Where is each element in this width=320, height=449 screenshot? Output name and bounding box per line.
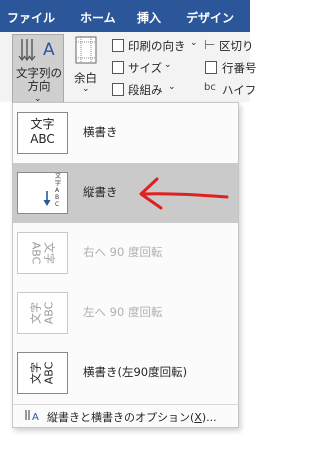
svg-text:A: A xyxy=(32,412,39,423)
svg-text:A: A xyxy=(55,187,60,194)
ribbon-layout-group: A 文字列の 方向 ⌄ 余白 ⌄ 印刷の向き ⌄ サイズ ⌄ 段組み ⌄ ⊢ 区… xyxy=(0,32,257,104)
horizontal-rotated-text-icon: 文字 ABC xyxy=(17,352,68,394)
hyphenation-button[interactable]: ハイフ xyxy=(222,82,256,98)
text-direction-button[interactable]: A 文字列の 方向 ⌄ xyxy=(12,34,64,104)
menu-item-horizontal-rotated[interactable]: 文字 ABC 横書き(左90度回転) xyxy=(13,343,238,403)
ribbon-tab-bar: ファイル ホーム 挿入 デザイン xyxy=(0,0,250,32)
orientation-icon xyxy=(112,39,124,52)
icon-text-kanji: 文字 xyxy=(30,117,55,131)
chevron-down-icon: ⌄ xyxy=(82,84,90,94)
menu-item-vertical[interactable]: 文 字 A B C 縦書き xyxy=(13,163,238,223)
columns-icon xyxy=(112,83,124,96)
line-numbers-button[interactable]: 行番号 xyxy=(222,60,257,76)
tab-home[interactable]: ホーム xyxy=(80,9,116,26)
svg-text:文: 文 xyxy=(55,173,61,180)
vertical-text-icon: 文 字 A B C xyxy=(17,172,68,214)
svg-text:C: C xyxy=(55,201,59,208)
size-button[interactable]: サイズ xyxy=(128,60,162,76)
text-direction-options-item[interactable]: A 縦書きと横書きのオプション(X)... xyxy=(13,404,238,427)
red-arrow-annotation-icon xyxy=(139,177,229,210)
menu-item-horizontal[interactable]: 文字 ABC 横書き xyxy=(13,103,238,163)
svg-text:B: B xyxy=(55,194,59,201)
margins-icon xyxy=(75,36,97,64)
icon-text-abc: ABC xyxy=(30,132,55,146)
svg-text:A: A xyxy=(43,40,55,60)
horizontal-text-icon: 文字 ABC xyxy=(17,112,68,154)
breaks-icon: ⊢ xyxy=(204,38,216,53)
text-direction-label-line2: 方向 xyxy=(27,79,51,93)
text-direction-menu: 文字 ABC 横書き 文 字 A B C 縦書き 文字 ABC 右へ 90 度回… xyxy=(12,102,239,428)
chevron-down-icon: ⌄ xyxy=(168,82,176,92)
rotate-right-icon: 文字 ABC xyxy=(17,232,68,274)
columns-button[interactable]: 段組み xyxy=(128,82,163,98)
menu-item-label: 右へ 90 度回転 xyxy=(83,245,163,259)
chevron-down-icon: ⌄ xyxy=(190,38,198,48)
menu-item-label: 縦書き xyxy=(83,185,118,199)
menu-item-rotate-left: 文字 ABC 左へ 90 度回転 xyxy=(13,283,238,343)
text-direction-icon: A xyxy=(18,39,55,61)
rotate-left-icon: 文字 ABC xyxy=(17,292,68,334)
menu-item-label: 横書き(左90度回転) xyxy=(83,365,188,379)
tab-insert[interactable]: 挿入 xyxy=(137,9,161,26)
breaks-button[interactable]: 区切り xyxy=(219,38,254,54)
size-icon xyxy=(112,61,124,74)
menu-item-rotate-right: 文字 ABC 右へ 90 度回転 xyxy=(13,223,238,283)
svg-text:字: 字 xyxy=(55,179,61,187)
chevron-down-icon: ⌄ xyxy=(164,60,172,70)
text-direction-options-icon: A xyxy=(25,410,39,423)
menu-item-label: 左へ 90 度回転 xyxy=(83,305,163,319)
options-label: 縦書きと横書きのオプション(X)... xyxy=(47,411,217,424)
tab-design[interactable]: デザイン xyxy=(186,9,234,26)
hyphenation-icon: bc xyxy=(204,82,216,93)
tab-file[interactable]: ファイル xyxy=(7,9,55,26)
line-numbers-icon xyxy=(205,61,217,74)
menu-item-label: 横書き xyxy=(83,125,118,139)
orientation-button[interactable]: 印刷の向き xyxy=(128,38,186,54)
